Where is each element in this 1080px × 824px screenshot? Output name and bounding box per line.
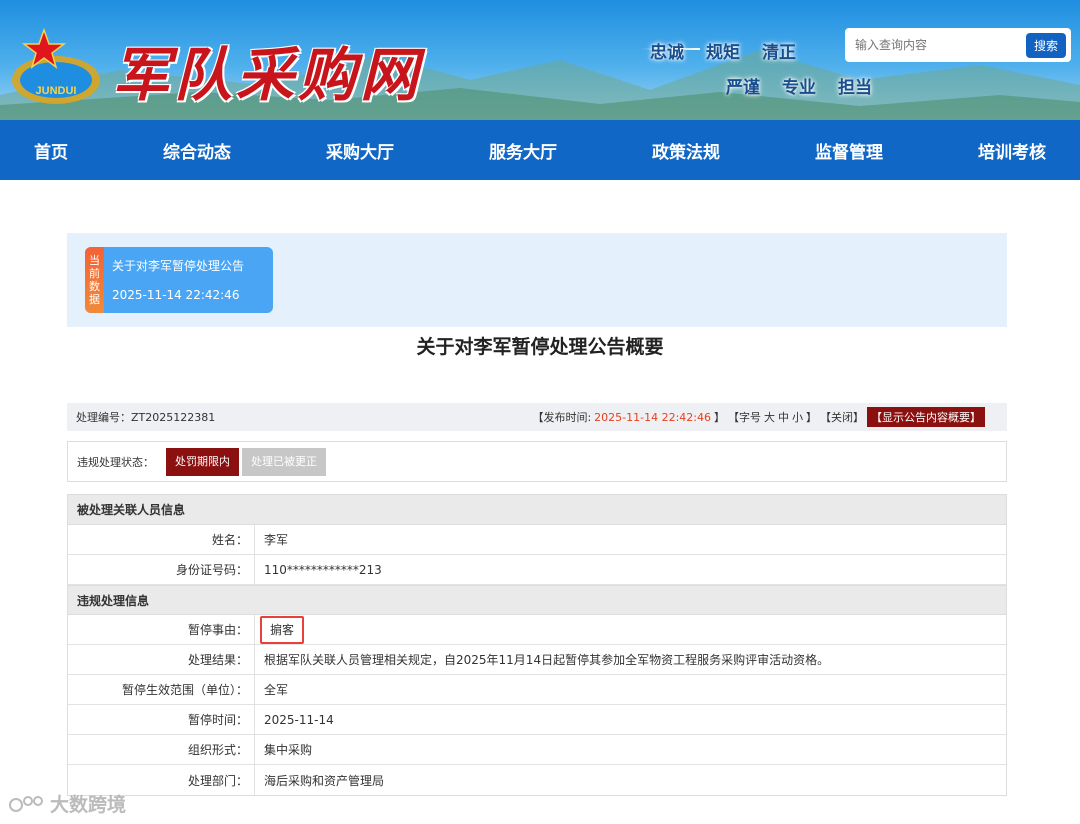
watermark-logo-icon: [9, 795, 43, 812]
font-large-link[interactable]: 大: [764, 409, 775, 425]
row-label: 身份证号码：: [68, 555, 255, 584]
violation-status-row: 违规处理状态： 处罚期限内 处理已被更正: [67, 441, 1007, 482]
show-summary-button[interactable]: 【显示公告内容概要】: [867, 407, 985, 427]
row-value: 2025-11-14: [264, 712, 334, 727]
slogan: 清正: [762, 43, 796, 63]
current-data-body: 关于对李军暂停处理公告 2025-11-14 22:42:46: [104, 247, 244, 313]
slogan: 忠诚: [650, 43, 684, 63]
table-row: 处理部门： 海后采购和资产管理局: [68, 765, 1006, 795]
nav-item-home[interactable]: 首页: [34, 138, 68, 163]
logo-text: JUNDUI: [36, 85, 77, 97]
publish-time-suffix: 】: [714, 411, 725, 424]
font-small-link[interactable]: 小: [792, 409, 803, 425]
row-label: 姓名：: [68, 525, 255, 554]
meta-actions: 【发布时间: 2025-11-14 22:42:46 】 【字号 大 中 小 】…: [532, 407, 985, 427]
army-star-logo: JUNDUI: [12, 27, 100, 104]
font-size-suffix: 】: [806, 411, 817, 424]
nav-item-service[interactable]: 服务大厅: [489, 138, 557, 163]
font-medium-link[interactable]: 中: [778, 409, 789, 425]
slogan: 规矩: [706, 43, 740, 63]
table-row: 处理结果： 根据军队关联人员管理相关规定，自2025年11月14日起暂停其参加全…: [68, 645, 1006, 675]
row-value: 海后采购和资产管理局: [264, 773, 385, 788]
slogan: 专业: [782, 78, 816, 98]
nav-item-policy[interactable]: 政策法规: [652, 138, 720, 163]
row-value: 掮客: [255, 616, 305, 644]
slogan: 严谨: [726, 78, 760, 98]
row-value: 全军: [264, 683, 289, 697]
search-box: 搜索: [845, 28, 1071, 62]
current-data-panel: 当前数据 关于对李军暂停处理公告 2025-11-14 22:42:46: [67, 233, 1007, 327]
row-value: 110************213: [264, 562, 382, 577]
table-row: 暂停生效范围（单位）： 全军: [68, 675, 1006, 705]
row-label: 暂停时间：: [68, 705, 255, 734]
table-row: 组织形式： 集中采购: [68, 735, 1006, 765]
row-label: 处理结果：: [68, 645, 255, 674]
slogan-row-2: 严谨 专业 担当: [726, 73, 880, 98]
row-label: 暂停生效范围（单位）：: [68, 675, 255, 704]
site-name: 军队采购网: [112, 41, 423, 109]
row-value: 根据军队关联人员管理相关规定，自2025年11月14日起暂停其参加全军物资工程服…: [264, 653, 830, 667]
row-value: 集中采购: [264, 743, 313, 757]
publish-time-prefix: 【发布时间:: [532, 411, 592, 424]
table-row: 暂停事由： 掮客: [68, 615, 1006, 645]
row-label: 组织形式：: [68, 735, 255, 764]
case-number: 处理编号：ZT2025122381: [76, 411, 216, 424]
watermark: 大数跨境: [8, 790, 126, 817]
row-label: 暂停事由：: [68, 615, 255, 644]
person-section-title: 被处理关联人员信息: [68, 495, 1006, 525]
main-nav: 首页 综合动态 采购大厅 服务大厅 政策法规 监督管理 培训考核: [0, 120, 1080, 180]
page-title: 关于对李军暂停处理公告概要: [416, 336, 664, 358]
current-data-tag: 当前数据: [85, 247, 104, 313]
row-value: 李军: [264, 533, 289, 547]
status-inactive-badge[interactable]: 处理已被更正: [242, 447, 326, 476]
watermark-text: 大数跨境: [50, 794, 127, 816]
font-size-prefix: 【字号: [728, 411, 761, 424]
search-button[interactable]: 搜索: [1025, 32, 1066, 58]
nav-item-news[interactable]: 综合动态: [163, 138, 231, 163]
current-data-time: 2025-11-14 22:42:46: [112, 288, 240, 302]
violation-section-title: 违规处理信息: [68, 585, 1006, 615]
status-label: 违规处理状态：: [77, 455, 154, 469]
current-data-title: 关于对李军暂停处理公告: [112, 259, 245, 273]
nav-item-training[interactable]: 培训考核: [978, 138, 1046, 163]
info-table: 被处理关联人员信息 姓名： 李军 身份证号码： 110************2…: [67, 494, 1007, 796]
nav-item-supervision[interactable]: 监督管理: [815, 138, 883, 163]
search-input[interactable]: [855, 38, 1026, 52]
status-active-badge[interactable]: 处罚期限内: [166, 447, 239, 476]
close-link[interactable]: 【关闭】: [820, 409, 864, 425]
current-data-card[interactable]: 当前数据 关于对李军暂停处理公告 2025-11-14 22:42:46: [85, 247, 273, 313]
suspension-reason-highlight: 掮客: [260, 616, 305, 644]
table-row: 暂停时间： 2025-11-14: [68, 705, 1006, 735]
table-row: 身份证号码： 110************213: [68, 555, 1006, 585]
header-banner: JUNDUI 军队采购网 忠诚 规矩 清正 严谨 专业 担当 搜索: [0, 0, 1080, 120]
table-row: 姓名： 李军: [68, 525, 1006, 555]
publish-time: 2025-11-14 22:42:46: [594, 410, 711, 424]
current-data-tag-label: 当前数据: [89, 254, 100, 306]
slogan: 担当: [838, 78, 872, 98]
nav-item-procurement[interactable]: 采购大厅: [326, 138, 394, 163]
meta-bar: 处理编号：ZT2025122381 【发布时间: 2025-11-14 22:4…: [67, 403, 1007, 431]
